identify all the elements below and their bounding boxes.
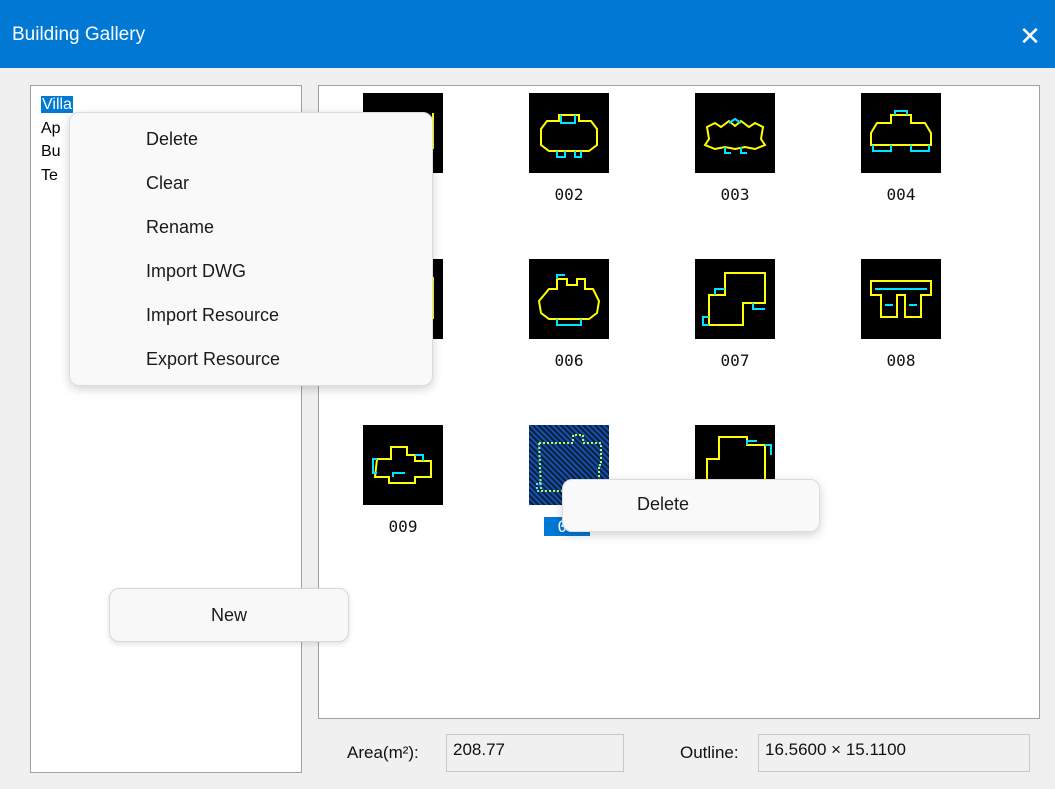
- thumbnail-label: 007: [720, 351, 750, 370]
- menu-item-import-dwg[interactable]: Import DWG: [146, 261, 246, 282]
- window-title: Building Gallery: [12, 24, 146, 45]
- building-outline-icon: [540, 114, 598, 158]
- menu-item-import-resource[interactable]: Import Resource: [146, 305, 279, 326]
- outline-label: Outline:: [680, 743, 739, 762]
- gallery-thumbnail[interactable]: [529, 259, 609, 339]
- area-label: Area(m²):: [347, 743, 419, 762]
- thumbnail-label: 006: [554, 351, 584, 370]
- gallery-context-menu: Delete: [562, 479, 820, 532]
- category-item-villa[interactable]: Villa: [41, 94, 73, 116]
- thumbnail-label: 008: [886, 351, 916, 370]
- building-gallery-window: Building Gallery ✕ Villa Ap Bu Te 002 00…: [0, 0, 1055, 789]
- category-context-menu: Delete Clear Rename Import DWG Import Re…: [69, 112, 433, 386]
- area-field: 208.77: [446, 734, 624, 772]
- gallery-thumbnail[interactable]: [861, 93, 941, 173]
- thumbnail-label: 004: [886, 185, 916, 204]
- menu-item-export-resource[interactable]: Export Resource: [146, 349, 280, 370]
- menu-item-clear[interactable]: Clear: [146, 173, 189, 194]
- category-item[interactable]: Ap: [41, 118, 61, 140]
- gallery-thumbnail[interactable]: [695, 93, 775, 173]
- category-item[interactable]: Bu: [41, 141, 61, 163]
- title-bar[interactable]: Building Gallery ✕: [0, 0, 1055, 68]
- building-outline-icon: [537, 274, 601, 326]
- building-outline-icon: [870, 110, 932, 152]
- thumbnail-label: 002: [554, 185, 584, 204]
- outline-field: 16.5600 × 15.1100: [758, 734, 1030, 772]
- gallery-thumbnail[interactable]: [363, 425, 443, 505]
- menu-item-delete[interactable]: Delete: [146, 129, 198, 150]
- gallery-thumbnail[interactable]: [529, 93, 609, 173]
- building-outline-icon: [372, 446, 432, 484]
- close-icon[interactable]: ✕: [1005, 16, 1055, 56]
- category-label: Villa: [41, 96, 73, 113]
- building-outline-icon: [703, 117, 767, 154]
- category-item[interactable]: Te: [41, 165, 58, 187]
- gallery-thumbnail[interactable]: [695, 259, 775, 339]
- gallery-thumbnail[interactable]: [861, 259, 941, 339]
- thumbnail-label: 003: [720, 185, 750, 204]
- menu-item-rename[interactable]: Rename: [146, 217, 214, 238]
- building-outline-icon: [702, 272, 766, 326]
- thumbnail-label: 009: [388, 517, 418, 536]
- building-outline-icon: [870, 280, 932, 318]
- menu-item-delete[interactable]: Delete: [637, 494, 689, 515]
- new-button[interactable]: New: [109, 588, 349, 642]
